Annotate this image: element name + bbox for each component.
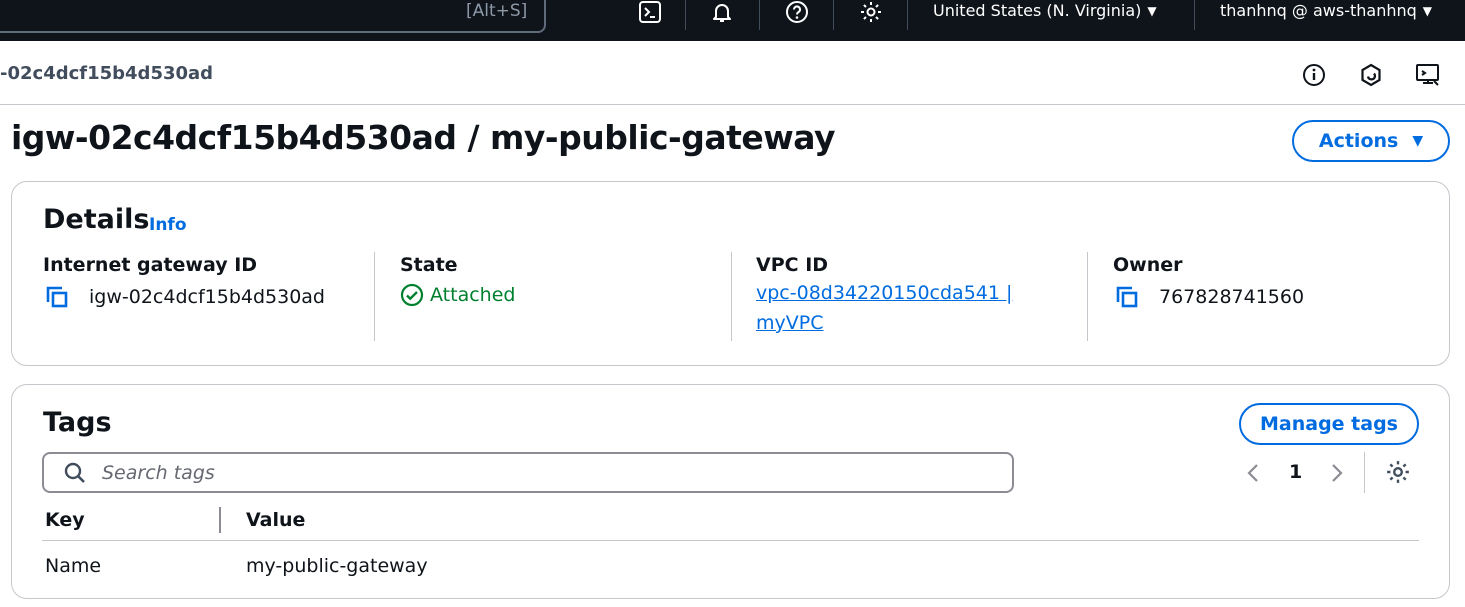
- hexagon-icon[interactable]: [1357, 61, 1385, 89]
- breadcrumb-current: -02c4dcf15b4d530ad: [0, 63, 214, 84]
- tag-value-cell: my-public-gateway: [246, 555, 428, 577]
- owner-value: 767828741560: [1159, 286, 1305, 308]
- details-info-link[interactable]: Info: [149, 215, 187, 235]
- manage-tags-button[interactable]: Manage tags: [1239, 403, 1419, 445]
- actions-button[interactable]: Actions ▼: [1292, 120, 1450, 162]
- nav-divider: [1194, 0, 1195, 30]
- details-panel: Details Info Internet gateway ID igw-02c…: [11, 181, 1450, 366]
- state-field: State Attached: [400, 254, 515, 307]
- table-header-divider: [42, 540, 1419, 541]
- vpc-id-link-line2[interactable]: myVPC: [756, 308, 823, 338]
- global-search-field[interactable]: [0, 0, 546, 33]
- owner-label: Owner: [1113, 254, 1183, 276]
- copy-icon[interactable]: [43, 283, 71, 311]
- tags-heading: Tags: [43, 407, 112, 438]
- notifications-icon[interactable]: [708, 0, 736, 24]
- vpc-id-label: VPC ID: [756, 254, 829, 276]
- actions-label: Actions: [1318, 130, 1399, 152]
- screen-panel-icon[interactable]: [1414, 61, 1442, 89]
- cloudshell-icon[interactable]: [636, 0, 664, 24]
- help-icon[interactable]: [783, 0, 811, 24]
- state-value: Attached: [430, 284, 516, 306]
- region-selector[interactable]: United States (N. Virginia) ▼: [933, 0, 1157, 22]
- tags-search-field[interactable]: [42, 452, 1014, 493]
- state-label: State: [400, 254, 458, 276]
- nav-divider: [759, 0, 760, 30]
- tags-search-input[interactable]: [100, 460, 1012, 485]
- settings-icon[interactable]: [857, 0, 885, 24]
- chevron-right-icon[interactable]: [1327, 460, 1347, 486]
- search-shortcut-hint: [Alt+S]: [466, 1, 528, 21]
- copy-icon[interactable]: [1113, 283, 1141, 311]
- table-settings-icon[interactable]: [1384, 458, 1412, 486]
- account-label: thanhnq @ aws-thanhnq: [1220, 1, 1417, 20]
- column-divider: [731, 252, 732, 341]
- details-heading: Details: [43, 204, 150, 235]
- region-label: United States (N. Virginia): [933, 1, 1142, 20]
- column-divider: [374, 252, 375, 341]
- vpc-id-field: VPC ID vpc-08d34220150cda541 | myVPC: [756, 254, 1012, 338]
- owner-field: Owner 767828741560: [1113, 254, 1304, 311]
- column-header-value[interactable]: Value: [246, 509, 305, 531]
- info-icon[interactable]: [1300, 61, 1328, 89]
- gateway-id-field: Internet gateway ID igw-02c4dcf15b4d530a…: [43, 254, 325, 311]
- tag-key-cell: Name: [45, 555, 102, 577]
- chevron-left-icon[interactable]: [1243, 460, 1263, 486]
- gateway-id-label: Internet gateway ID: [43, 254, 258, 276]
- nav-divider: [907, 0, 908, 30]
- column-divider: [1087, 252, 1088, 341]
- nav-divider: [685, 0, 686, 30]
- page-title: igw-02c4dcf15b4d530ad / my-public-gatewa…: [11, 118, 836, 157]
- caret-down-icon: ▼: [1422, 4, 1432, 18]
- page-number[interactable]: 1: [1289, 461, 1302, 483]
- caret-down-icon: ▼: [1412, 133, 1424, 149]
- column-resizer[interactable]: [219, 507, 221, 533]
- pager-divider: [1364, 452, 1365, 493]
- nav-divider: [833, 0, 834, 30]
- column-header-key[interactable]: Key: [45, 509, 85, 531]
- vpc-id-link[interactable]: vpc-08d34220150cda541 | myVPC: [756, 278, 1012, 338]
- vpc-id-link-line1[interactable]: vpc-08d34220150cda541 |: [756, 278, 1012, 308]
- top-navigation: [Alt+S] United States (N. Virginia) ▼ tha…: [0, 0, 1465, 41]
- gateway-id-value: igw-02c4dcf15b4d530ad: [89, 286, 325, 308]
- account-menu[interactable]: thanhnq @ aws-thanhnq ▼: [1220, 0, 1432, 22]
- check-circle-icon: [400, 283, 424, 307]
- search-icon: [60, 458, 90, 488]
- breadcrumb-bar: -02c4dcf15b4d530ad: [0, 41, 1465, 105]
- caret-down-icon: ▼: [1147, 4, 1157, 18]
